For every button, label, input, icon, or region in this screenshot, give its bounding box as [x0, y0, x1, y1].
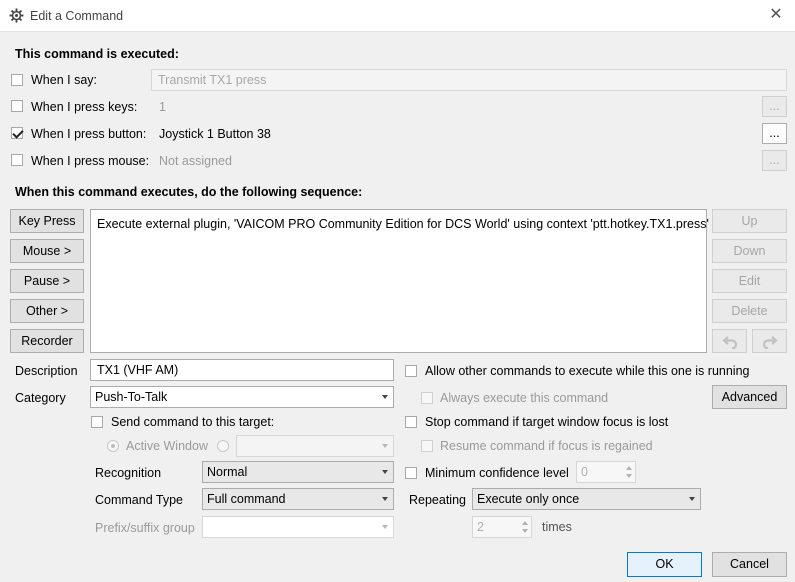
cancel-button[interactable]: Cancel: [712, 552, 787, 577]
allow-other-checkbox[interactable]: [405, 365, 417, 377]
chevron-down-icon: [689, 497, 695, 501]
button-browse-button[interactable]: ...: [762, 123, 787, 144]
command-type-value: Full command: [207, 492, 286, 506]
mouse-value: Not assigned: [159, 154, 232, 168]
send-target-checkbox[interactable]: [91, 416, 103, 428]
keys-label: When I press keys:: [31, 100, 138, 114]
recorder-button[interactable]: Recorder: [10, 329, 84, 353]
recognition-label: Recognition: [95, 466, 162, 480]
times-label: times: [542, 520, 572, 534]
stepper-up-icon[interactable]: [522, 521, 528, 525]
target-window-select[interactable]: [236, 435, 394, 457]
keys-checkbox[interactable]: [11, 100, 23, 112]
allow-other-label: Allow other commands to execute while th…: [425, 364, 750, 378]
stop-on-focus-label: Stop command if target window focus is l…: [425, 415, 669, 429]
mouse-button[interactable]: Mouse >: [10, 239, 84, 263]
active-window-radio[interactable]: [107, 440, 119, 452]
up-button[interactable]: Up: [712, 209, 787, 233]
other-button[interactable]: Other >: [10, 299, 84, 323]
action-sequence-list[interactable]: Execute external plugin, 'VAICOM PRO Com…: [90, 209, 709, 353]
sequence-item[interactable]: Execute external plugin, 'VAICOM PRO Com…: [97, 217, 709, 231]
trigger-heading: This command is executed:: [15, 47, 179, 61]
resume-on-focus-label: Resume command if focus is regained: [440, 439, 653, 453]
min-confidence-checkbox[interactable]: [405, 467, 417, 479]
advanced-button[interactable]: Advanced: [712, 385, 787, 409]
close-icon[interactable]: ✕: [765, 4, 787, 26]
gear-icon: [9, 8, 24, 23]
always-execute-checkbox[interactable]: [421, 392, 433, 404]
undo-button[interactable]: [712, 329, 747, 353]
resume-on-focus-checkbox[interactable]: [421, 440, 433, 452]
say-checkbox[interactable]: [11, 74, 23, 86]
send-target-label: Send command to this target:: [111, 415, 275, 429]
say-label: When I say:: [31, 73, 97, 87]
key-press-button[interactable]: Key Press: [10, 209, 84, 233]
chevron-down-icon: [382, 470, 388, 474]
min-confidence-value: 0: [581, 465, 588, 479]
chevron-down-icon: [382, 395, 388, 399]
prefix-suffix-label: Prefix/suffix group: [95, 521, 195, 535]
title-bar: Edit a Command ✕: [0, 0, 795, 32]
repeating-value: Execute only once: [477, 492, 580, 506]
window-title: Edit a Command: [30, 9, 124, 23]
delete-button[interactable]: Delete: [712, 299, 787, 323]
down-button[interactable]: Down: [712, 239, 787, 263]
always-execute-label: Always execute this command: [440, 391, 609, 405]
category-label: Category: [15, 391, 66, 405]
chevron-down-icon: [382, 497, 388, 501]
button-value: Joystick 1 Button 38: [159, 127, 271, 141]
repeat-times-value: 2: [477, 520, 484, 534]
recognition-value: Normal: [207, 465, 248, 479]
ok-button[interactable]: OK: [627, 552, 702, 577]
redo-icon: [762, 336, 778, 349]
stepper-up-icon[interactable]: [626, 466, 632, 470]
repeat-times-stepper[interactable]: 2: [472, 516, 532, 538]
button-label: When I press button:: [31, 127, 147, 141]
button-checkbox[interactable]: [11, 127, 23, 139]
specific-window-radio[interactable]: [217, 440, 229, 452]
keys-value: 1: [159, 100, 166, 114]
active-window-label: Active Window: [126, 439, 208, 453]
description-label: Description: [15, 364, 78, 378]
recognition-select[interactable]: Normal: [202, 461, 394, 483]
mouse-browse-button[interactable]: ...: [762, 150, 787, 171]
keys-browse-button[interactable]: ...: [762, 96, 787, 117]
repeating-select[interactable]: Execute only once: [472, 488, 701, 510]
mouse-label: When I press mouse:: [31, 154, 150, 168]
say-phrase-field[interactable]: Transmit TX1 press: [151, 69, 787, 91]
category-select[interactable]: Push-To-Talk: [90, 386, 394, 408]
edit-button[interactable]: Edit: [712, 269, 787, 293]
command-type-select[interactable]: Full command: [202, 488, 394, 510]
command-type-label: Command Type: [95, 493, 184, 507]
chevron-down-icon: [382, 444, 388, 448]
prefix-suffix-select[interactable]: [202, 516, 394, 538]
description-field[interactable]: TX1 (VHF AM): [90, 359, 394, 381]
stop-on-focus-checkbox[interactable]: [405, 416, 417, 428]
min-confidence-label: Minimum confidence level: [425, 466, 569, 480]
min-confidence-stepper[interactable]: 0: [576, 461, 636, 483]
sequence-heading: When this command executes, do the follo…: [15, 185, 363, 199]
pause-button[interactable]: Pause >: [10, 269, 84, 293]
mouse-checkbox[interactable]: [11, 154, 23, 166]
chevron-down-icon: [382, 525, 388, 529]
stepper-down-icon[interactable]: [522, 529, 528, 533]
category-value: Push-To-Talk: [95, 390, 168, 404]
undo-icon: [722, 336, 738, 349]
stepper-down-icon[interactable]: [626, 474, 632, 478]
redo-button[interactable]: [752, 329, 787, 353]
repeating-label: Repeating: [409, 493, 466, 507]
